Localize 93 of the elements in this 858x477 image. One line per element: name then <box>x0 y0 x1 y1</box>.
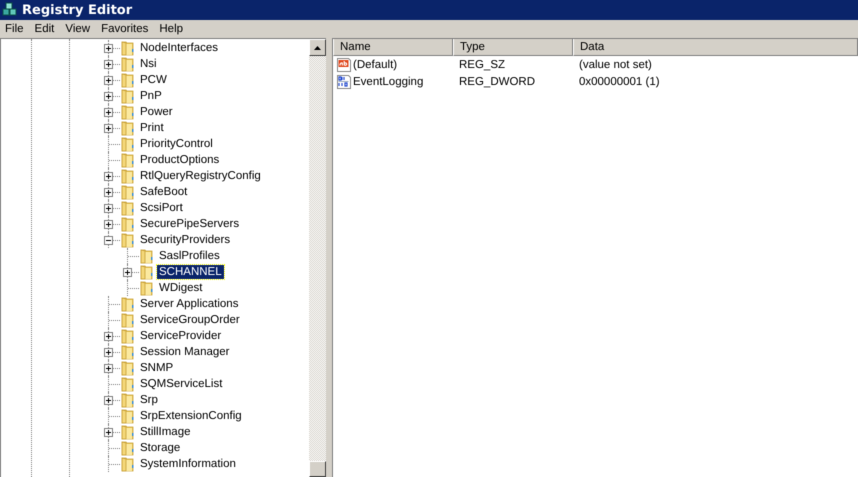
expand-icon[interactable] <box>104 172 113 180</box>
folder-icon <box>121 232 135 248</box>
collapse-icon[interactable] <box>104 236 113 244</box>
value-name[interactable]: EventLogging <box>353 76 424 88</box>
folder-icon <box>121 168 135 184</box>
tree-item[interactable]: ServiceProvider <box>138 329 224 343</box>
tree-item[interactable]: SQMServiceList <box>138 377 224 391</box>
expand-icon[interactable] <box>104 364 113 372</box>
folder-icon <box>121 376 135 392</box>
tree-item[interactable]: RtlQueryRegistryConfig <box>138 169 263 183</box>
tree-item[interactable]: ScsiPort <box>138 201 185 215</box>
menu-item[interactable]: Help <box>154 21 190 37</box>
tree-item[interactable]: PCW <box>138 73 169 87</box>
folder-icon <box>121 184 135 200</box>
column-header[interactable]: Data <box>573 39 858 56</box>
tree-item[interactable]: NodeInterfaces <box>138 41 220 55</box>
expand-icon[interactable] <box>104 76 113 84</box>
tree-item[interactable]: SNMP <box>138 361 176 375</box>
value-data: 0x00000001 (1) <box>579 76 660 88</box>
tree-item[interactable]: WDigest <box>157 281 204 295</box>
value-data: (value not set) <box>579 58 652 70</box>
folder-icon <box>121 392 135 408</box>
tree-item[interactable]: Power <box>138 105 175 119</box>
expand-icon[interactable] <box>104 396 113 404</box>
expand-icon[interactable] <box>123 268 132 276</box>
folder-icon <box>121 408 135 424</box>
folder-icon <box>121 152 135 168</box>
tree-item[interactable]: PnP <box>138 89 164 103</box>
tree-item[interactable]: StillImage <box>138 425 192 439</box>
tree-item[interactable]: SafeBoot <box>138 185 190 199</box>
folder-icon <box>121 216 135 232</box>
tree-item[interactable]: Server Applications <box>138 297 240 311</box>
up-arrow-icon <box>314 46 321 50</box>
expand-icon[interactable] <box>104 204 113 212</box>
folder-icon <box>121 424 135 440</box>
value-name[interactable]: (Default) <box>353 58 398 70</box>
value-type: REG_DWORD <box>459 76 536 88</box>
tree-item[interactable]: ProductOptions <box>138 153 222 167</box>
folder-icon <box>121 120 135 136</box>
tree-item[interactable]: SecurityProviders <box>138 233 232 247</box>
folder-icon <box>121 360 135 376</box>
expand-icon[interactable] <box>104 428 113 436</box>
folder-icon <box>121 72 135 88</box>
tree-item[interactable]: SecurePipeServers <box>138 217 242 231</box>
tree-item[interactable]: Storage <box>138 441 182 455</box>
scroll-thumb[interactable] <box>309 461 326 477</box>
expand-icon[interactable] <box>104 108 113 116</box>
string-value-icon <box>336 56 352 72</box>
tree-item[interactable]: Nsi <box>138 57 159 71</box>
folder-icon <box>140 248 154 264</box>
column-header[interactable]: Type <box>453 39 573 56</box>
menu-item[interactable]: Favorites <box>96 21 154 37</box>
expand-icon[interactable] <box>104 44 113 52</box>
folder-icon <box>121 456 135 472</box>
menu-item[interactable]: Edit <box>30 21 60 37</box>
folder-icon <box>121 440 135 456</box>
folder-icon <box>121 40 135 56</box>
expand-icon[interactable] <box>104 124 113 132</box>
window-title: Registry Editor <box>22 2 132 18</box>
tree-item[interactable]: ServiceGroupOrder <box>138 313 242 327</box>
scrollbar[interactable] <box>309 39 326 477</box>
menu-item[interactable]: View <box>60 21 96 37</box>
menu-item[interactable]: File <box>0 21 30 37</box>
tree-item[interactable]: SaslProfiles <box>157 249 222 263</box>
folder-icon <box>121 296 135 312</box>
scroll-up-button[interactable] <box>309 39 326 56</box>
tree-item[interactable]: Srp <box>138 393 160 407</box>
expand-icon[interactable] <box>104 220 113 228</box>
tree-item[interactable]: SCHANNEL <box>157 265 224 279</box>
folder-icon <box>140 264 154 280</box>
tree-item[interactable]: PriorityControl <box>138 137 215 151</box>
expand-icon[interactable] <box>104 348 113 356</box>
folder-icon <box>121 200 135 216</box>
folder-icon <box>121 328 135 344</box>
folder-icon <box>121 56 135 72</box>
tree-item[interactable]: Session Manager <box>138 345 232 359</box>
folder-icon <box>140 280 154 296</box>
column-header[interactable]: Name <box>333 39 453 56</box>
tree-item[interactable]: Print <box>138 121 166 135</box>
folder-icon <box>121 344 135 360</box>
folder-icon <box>121 136 135 152</box>
folder-icon <box>121 88 135 104</box>
tree-item[interactable]: SrpExtensionConfig <box>138 409 244 423</box>
binary-value-icon <box>336 74 352 90</box>
expand-icon[interactable] <box>104 92 113 100</box>
value-type: REG_SZ <box>459 58 506 70</box>
folder-icon <box>121 312 135 328</box>
tree-item[interactable]: SystemInformation <box>138 457 238 471</box>
expand-icon[interactable] <box>104 332 113 340</box>
expand-icon[interactable] <box>104 60 113 68</box>
registry-cubes-icon <box>2 2 18 18</box>
expand-icon[interactable] <box>104 188 113 196</box>
folder-icon <box>121 104 135 120</box>
